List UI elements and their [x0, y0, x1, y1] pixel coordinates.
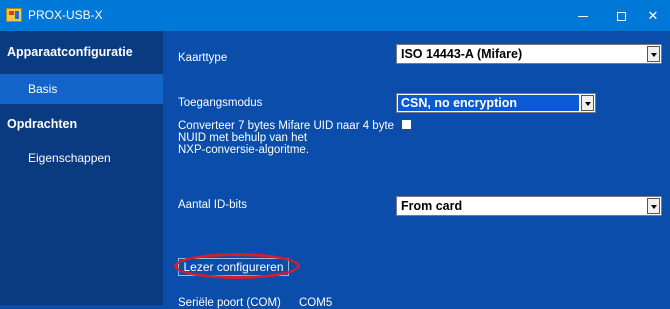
sidebar: Apparaatconfiguratie Basis Opdrachten Ei… [0, 31, 163, 305]
card-type-label: Kaarttype [178, 52, 228, 64]
sidebar-section-label: Opdrachten [7, 117, 78, 131]
card-type-value: ISO 14443-A (Mifare) [401, 47, 523, 61]
id-bits-value: From card [401, 199, 463, 213]
serial-port-value: COM5 [299, 297, 333, 309]
access-mode-select[interactable]: CSN, no encryption [396, 93, 596, 113]
window-title: PROX-USB-X [28, 8, 103, 22]
sidebar-item-label: Basis [28, 82, 58, 96]
sidebar-section-label: Apparaatconfiguratie [7, 45, 133, 59]
sidebar-section-opdrachten[interactable]: Opdrachten [0, 104, 163, 140]
title-bar: PROX-USB-X ✕ [0, 0, 670, 31]
close-button[interactable]: ✕ [636, 0, 670, 31]
close-icon: ✕ [647, 8, 659, 23]
maximize-icon [616, 12, 626, 22]
sidebar-section-apparaatconfiguratie[interactable]: Apparaatconfiguratie [0, 39, 163, 75]
access-mode-label: Toegangsmodus [178, 97, 263, 109]
access-mode-value: CSN, no encryption [398, 95, 579, 111]
convert-uid-label-line: NXP-conversie-algoritme. [178, 144, 310, 156]
chevron-down-icon[interactable] [647, 198, 660, 214]
highlight-annotation [174, 253, 300, 279]
convert-uid-label: Converteer 7 bytes Mifare UID naar 4 byt… [178, 120, 394, 156]
convert-uid-checkbox[interactable] [401, 119, 412, 130]
sidebar-item-label: Eigenschappen [28, 151, 111, 165]
maximize-button[interactable] [604, 0, 638, 31]
convert-uid-label-line: Converteer 7 bytes Mifare UID naar 4 byt… [178, 120, 395, 132]
chevron-down-icon[interactable] [647, 46, 660, 62]
id-bits-select[interactable]: From card [396, 196, 662, 216]
app-icon [6, 8, 22, 22]
chevron-down-icon[interactable] [581, 95, 594, 111]
serial-port-label: Seriële poort (COM) [178, 297, 281, 309]
sidebar-item-eigenschappen[interactable]: Eigenschappen [0, 141, 163, 173]
convert-uid-label-line: NUID met behulp van het [178, 132, 308, 144]
minimize-icon [578, 16, 588, 18]
sidebar-item-basis[interactable]: Basis [0, 74, 163, 104]
minimize-button[interactable] [566, 0, 600, 31]
card-type-select[interactable]: ISO 14443-A (Mifare) [396, 44, 662, 64]
id-bits-label: Aantal ID-bits [178, 199, 248, 211]
